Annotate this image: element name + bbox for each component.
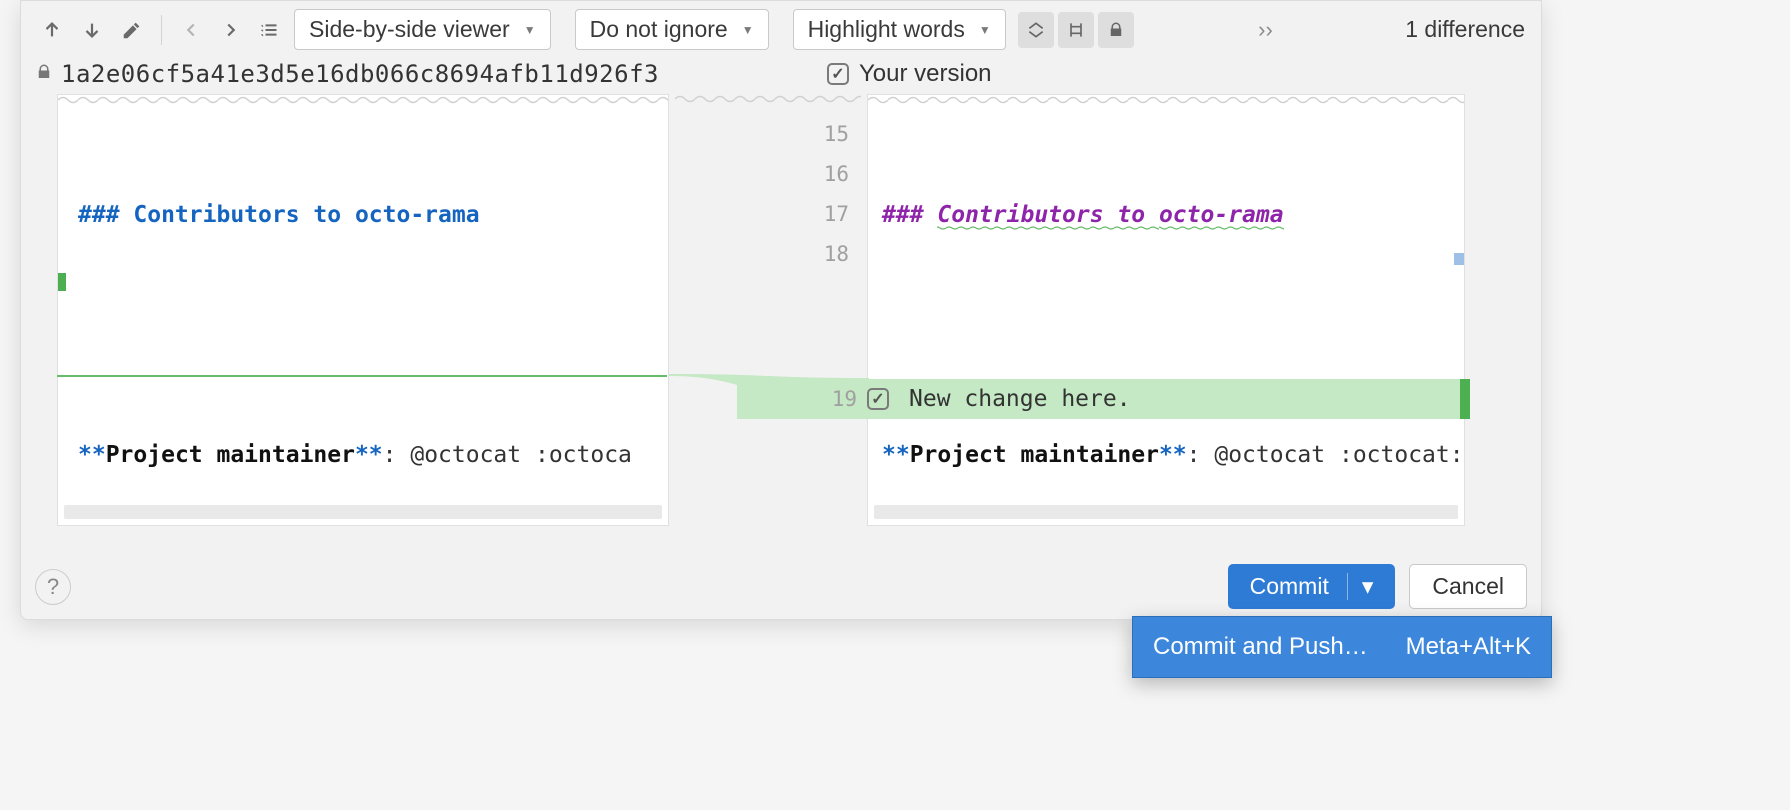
cancel-button[interactable]: Cancel (1409, 564, 1527, 609)
diff-toolbar: Side-by-side viewer ▼ Do not ignore ▼ Hi… (21, 1, 1541, 56)
chevron-down-icon: ▼ (979, 23, 991, 37)
difference-count: 1 difference (1405, 16, 1525, 43)
line-number: 15 (799, 114, 859, 154)
line-number: 18 (799, 234, 859, 274)
added-line-text: New change here. (909, 386, 1131, 412)
fold-indicator (675, 94, 861, 104)
viewer-mode-dropdown[interactable]: Side-by-side viewer ▼ (294, 9, 551, 50)
diff-body: ### Contributors to octo-rama **Project … (21, 94, 1541, 526)
horiz-scrollbar[interactable] (64, 505, 662, 519)
commit-and-push-item[interactable]: Commit and Push… Meta+Alt+K (1133, 617, 1551, 677)
right-pane[interactable]: ### Contributors to octo-rama **Project … (867, 94, 1465, 526)
pane-headers: 1a2e06cf5a41e3d5e16db066c8694afb11d926f3… (21, 56, 1541, 94)
commit-button[interactable]: Commit ▾ (1228, 564, 1396, 609)
forward-icon[interactable] (214, 13, 248, 47)
include-change-checkbox[interactable]: ✓ (867, 388, 889, 410)
toggle-group (1018, 12, 1134, 48)
horiz-scrollbar[interactable] (874, 505, 1458, 519)
code-line (882, 315, 1464, 355)
back-icon[interactable] (174, 13, 208, 47)
fold-indicator (868, 95, 1464, 105)
insert-marker-icon (58, 273, 66, 291)
ignore-mode-label: Do not ignore (590, 16, 728, 43)
menu-item-shortcut: Meta+Alt+K (1406, 633, 1531, 661)
line-number: 16 (799, 154, 859, 194)
chevron-down-icon: ▼ (742, 23, 754, 37)
separator (161, 15, 162, 45)
commit-dropdown-menu: Commit and Push… Meta+Alt+K (1132, 616, 1552, 678)
change-marker-icon (1460, 379, 1470, 419)
highlight-mode-dropdown[interactable]: Highlight words ▼ (793, 9, 1006, 50)
commit-split-dropdown[interactable]: ▾ (1347, 573, 1374, 600)
viewer-mode-label: Side-by-side viewer (309, 16, 510, 43)
change-marker-icon (1454, 253, 1464, 265)
next-diff-icon[interactable] (75, 13, 109, 47)
menu-item-label: Commit and Push… (1153, 633, 1368, 661)
collapse-unchanged-icon[interactable] (1018, 12, 1054, 48)
commit-hash: 1a2e06cf5a41e3d5e16db066c8694afb11d926f3 (61, 60, 659, 88)
added-line-row: 19 ✓ New change here. (737, 379, 1467, 419)
right-pane-title: Your version (859, 60, 992, 88)
include-file-checkbox[interactable]: ✓ (827, 63, 849, 85)
lock-icon[interactable] (1098, 12, 1134, 48)
code-line: ### Contributors to octo-rama (78, 195, 668, 235)
sync-scroll-icon[interactable] (1058, 12, 1094, 48)
chevron-down-icon: ▼ (524, 23, 536, 37)
line-number: 17 (799, 194, 859, 234)
left-pane[interactable]: ### Contributors to octo-rama **Project … (57, 94, 669, 526)
code-line: **Project maintainer**: @octocat :octoca… (882, 435, 1464, 475)
edit-icon[interactable] (115, 13, 149, 47)
readonly-lock-icon (35, 60, 53, 88)
help-icon[interactable]: ? (35, 569, 71, 605)
cancel-button-label: Cancel (1432, 573, 1504, 600)
diff-dialog: Side-by-side viewer ▼ Do not ignore ▼ Hi… (20, 0, 1542, 620)
list-icon[interactable] (254, 13, 288, 47)
ignore-mode-dropdown[interactable]: Do not ignore ▼ (575, 9, 769, 50)
fold-indicator (58, 95, 668, 105)
code-line: **Project maintainer**: @octocat :octoca (78, 435, 668, 475)
commit-button-label: Commit (1250, 573, 1329, 600)
highlight-mode-label: Highlight words (808, 16, 965, 43)
prev-diff-icon[interactable] (35, 13, 69, 47)
code-line: ### Contributors to octo-rama (882, 195, 1464, 235)
more-icon[interactable]: ›› (1258, 17, 1273, 43)
line-gutter: 15 16 17 18 (669, 94, 867, 526)
diff-connector-icon (57, 375, 667, 377)
line-number: 19 (737, 387, 867, 411)
code-line (78, 315, 668, 355)
dialog-footer: ? Commit ▾ Cancel (21, 554, 1541, 619)
